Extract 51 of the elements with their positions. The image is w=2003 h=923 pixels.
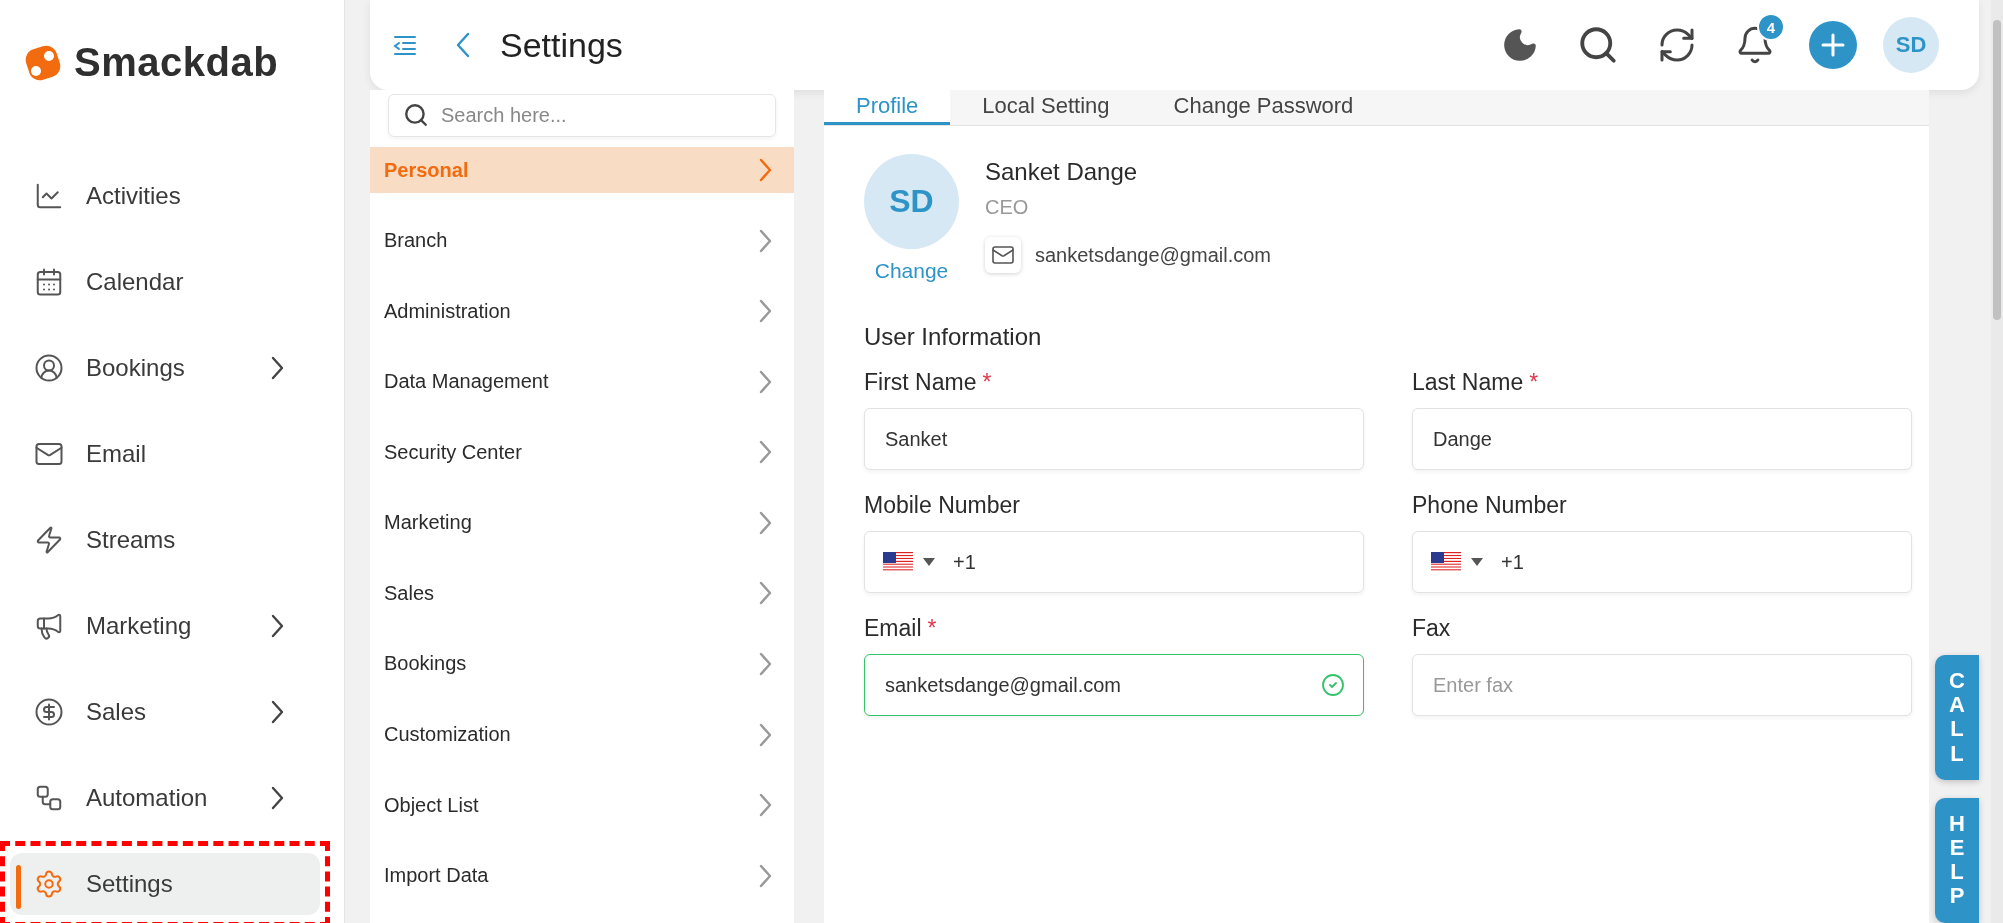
field-label: First Name <box>864 369 977 396</box>
field-label: Fax <box>1412 615 1451 642</box>
nav-item[interactable]: Settings <box>10 853 320 915</box>
input-field[interactable]: sanketsdange@gmail.com <box>864 654 1364 716</box>
input-field[interactable]: +1 <box>864 531 1364 593</box>
user-email: sanketsdange@gmail.com <box>1035 243 1271 267</box>
user-name: Sanket Dange <box>985 158 1139 186</box>
field-label: Phone Number <box>1412 492 1567 519</box>
settings-menu-item[interactable]: Marketing <box>370 499 794 547</box>
text-input[interactable]: Dange <box>1431 426 1893 452</box>
nav-item[interactable]: Streams <box>10 509 320 571</box>
page-title: Settings <box>500 25 624 65</box>
text-input[interactable]: +1 <box>951 549 1345 575</box>
text-input[interactable]: Enter fax <box>1431 672 1893 698</box>
field-label: Last Name <box>1412 369 1524 396</box>
input-field[interactable]: +1 <box>1412 531 1912 593</box>
settings-menu-item[interactable]: Object List <box>370 781 794 829</box>
nav-item[interactable]: Bookings <box>10 337 320 399</box>
settings-menu-item[interactable]: Bookings <box>370 640 794 688</box>
input-field[interactable]: Dange <box>1412 408 1912 470</box>
nav-item[interactable]: Sales <box>10 681 320 743</box>
nav-item[interactable]: Automation <box>10 767 320 829</box>
field-label: Email <box>864 615 922 642</box>
nav-item[interactable]: Marketing <box>10 595 320 657</box>
nav-item[interactable]: Email <box>10 423 320 485</box>
required-mark: * <box>982 369 992 396</box>
settings-menu-item[interactable]: Sales <box>370 570 794 617</box>
nav-item[interactable]: Activities <box>10 165 320 227</box>
tab[interactable]: Change Password <box>1141 90 1386 125</box>
settings-menu-item[interactable]: Administration <box>370 287 794 335</box>
section-title: User Information <box>864 323 1043 351</box>
required-mark: * <box>927 615 937 642</box>
notification-count: 4 <box>1757 13 1785 41</box>
profile-avatar: SD <box>864 154 959 249</box>
settings-menu-item[interactable]: Security Center <box>370 429 794 476</box>
text-input[interactable]: sanketsdange@gmail.com <box>883 672 1311 698</box>
settings-menu-item[interactable]: Branch <box>370 217 794 264</box>
nav-item[interactable]: Calendar <box>10 251 320 313</box>
required-mark: * <box>1529 369 1539 396</box>
input-field[interactable]: Sanket <box>864 408 1364 470</box>
text-input[interactable]: Sanket <box>883 426 1345 452</box>
text-input[interactable]: +1 <box>1499 549 1893 575</box>
search-field[interactable]: Search here... <box>388 94 776 137</box>
user-role: CEO <box>985 196 1030 219</box>
field-label: Mobile Number <box>864 492 1020 519</box>
settings-menu-item[interactable]: Customization <box>370 711 794 758</box>
brand-name: Smackdab <box>74 40 279 85</box>
input-field[interactable]: Enter fax <box>1412 654 1912 716</box>
tab[interactable]: Local Setting <box>950 90 1142 125</box>
settings-menu-item[interactable]: Import Data <box>370 852 794 899</box>
settings-menu-item[interactable]: Data Management <box>370 358 794 405</box>
